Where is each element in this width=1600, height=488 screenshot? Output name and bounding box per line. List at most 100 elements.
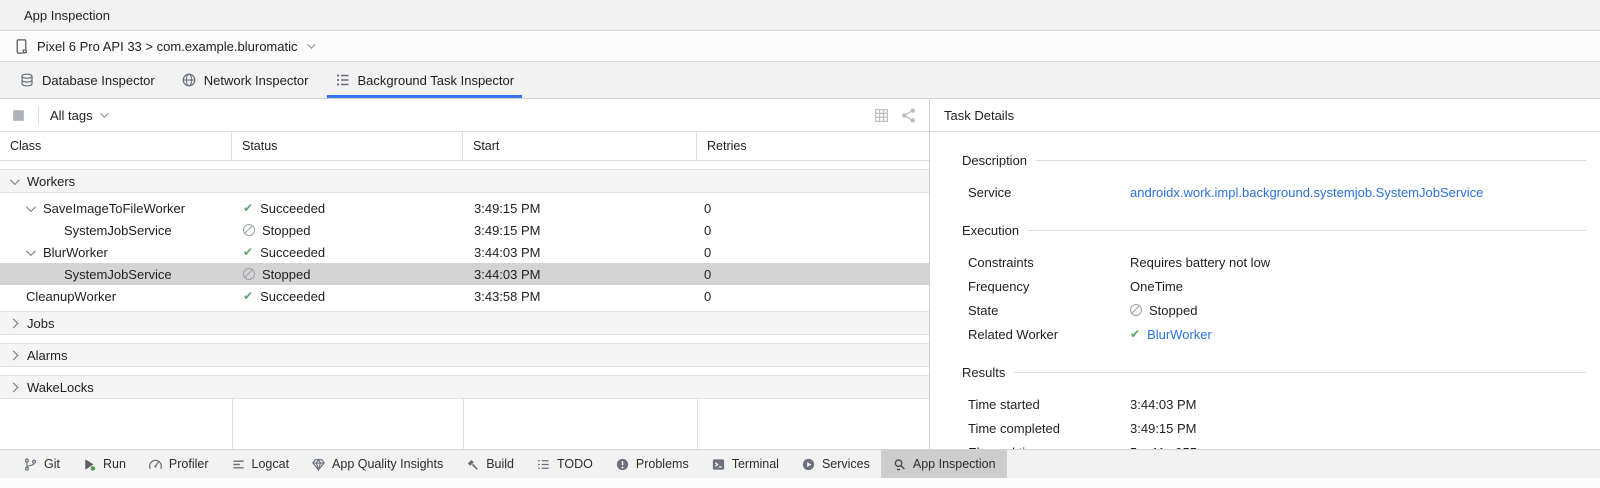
- column-header-retries[interactable]: Retries: [697, 132, 929, 160]
- section-divider: [1028, 230, 1586, 231]
- group-chevron-icon[interactable]: [9, 382, 19, 392]
- column-header-status[interactable]: Status: [232, 132, 463, 160]
- inspector-tab[interactable]: Database Inspector: [6, 62, 168, 98]
- details-row: Service androidx.work.impl.background.sy…: [962, 180, 1586, 204]
- tool-window-button[interactable]: Problems: [604, 450, 700, 478]
- tool-window-label: Services: [822, 457, 870, 471]
- details-rows: Constraints Requires battery not low Fre…: [962, 250, 1586, 346]
- task-details-pane: Task Details Description Service android…: [930, 99, 1600, 449]
- chevron-down-icon[interactable]: [26, 246, 36, 256]
- status-cell: Stopped: [232, 223, 463, 238]
- group-chevron-icon[interactable]: [9, 350, 19, 360]
- worker-class-name: SystemJobService: [64, 267, 172, 282]
- details-section-header: Results: [962, 364, 1586, 380]
- table-row[interactable]: SaveImageToFileWorker ✔ Succeeded 3:49:1…: [0, 197, 929, 219]
- group-chevron-icon[interactable]: [10, 175, 20, 185]
- details-row: Elapsed time 5m 11s 955ms: [962, 440, 1586, 449]
- stop-inspector-icon[interactable]: [10, 107, 27, 124]
- tool-window-label: Terminal: [732, 457, 779, 471]
- details-section-title: Results: [962, 365, 1005, 380]
- class-cell: SystemJobService: [0, 267, 232, 282]
- details-rows: Service androidx.work.impl.background.sy…: [962, 180, 1586, 204]
- table-row[interactable]: SystemJobService Stopped 3:44:03 PM 0: [0, 263, 929, 285]
- inspector-tab[interactable]: Background Task Inspector: [322, 62, 528, 98]
- details-value[interactable]: androidx.work.impl.background.systemjob.…: [1130, 185, 1483, 200]
- start-cell: 3:49:15 PM: [463, 223, 697, 238]
- details-value[interactable]: BlurWorker: [1147, 327, 1212, 342]
- status-icon: ✔: [243, 202, 253, 214]
- worker-class-name: BlurWorker: [43, 245, 108, 260]
- group-label: Alarms: [27, 348, 67, 363]
- column-header-start[interactable]: Start: [463, 132, 697, 160]
- status-icon: ✔: [243, 246, 253, 258]
- group-label: Workers: [27, 174, 75, 189]
- table-row[interactable]: CleanupWorker ✔ Succeeded 3:43:58 PM 0: [0, 285, 929, 307]
- tool-window-button[interactable]: Services: [790, 450, 881, 478]
- tool-window-label: Git: [44, 457, 60, 471]
- graph-view-icon[interactable]: [900, 107, 917, 124]
- device-selector[interactable]: Pixel 6 Pro API 33 > com.example.bluroma…: [0, 31, 1600, 62]
- tool-window-button[interactable]: Profiler: [137, 450, 220, 478]
- tool-window-label: Problems: [636, 457, 689, 471]
- table-group-row[interactable]: Alarms: [0, 343, 929, 367]
- inspector-tab[interactable]: Network Inspector: [168, 62, 322, 98]
- inspector-tabs: Database Inspector Network Inspector Bac…: [0, 62, 1600, 99]
- table-toolbar: All tags: [0, 99, 929, 132]
- tool-window-icon: [801, 457, 816, 472]
- status-icon: [1130, 304, 1142, 316]
- start-cell: 3:44:03 PM: [463, 245, 697, 260]
- group-label: Jobs: [27, 316, 54, 331]
- tool-window-button[interactable]: Terminal: [700, 450, 790, 478]
- tool-window-button[interactable]: Git: [12, 450, 71, 478]
- tool-window-label: Logcat: [252, 457, 290, 471]
- chevron-down-icon[interactable]: [26, 202, 36, 212]
- table-row[interactable]: BlurWorker ✔ Succeeded 3:44:03 PM 0: [0, 241, 929, 263]
- group-chevron-icon[interactable]: [9, 318, 19, 328]
- status-text: Succeeded: [260, 245, 325, 260]
- tool-window-label: Profiler: [169, 457, 209, 471]
- details-row: Constraints Requires battery not low: [962, 250, 1586, 274]
- details-row: State Stopped: [962, 298, 1586, 322]
- details-section-title: Description: [962, 153, 1027, 168]
- retries-cell: 0: [697, 289, 929, 304]
- task-details-title: Task Details: [944, 108, 1014, 123]
- chevron-down-icon: [100, 109, 108, 117]
- tool-window-button[interactable]: App Quality Insights: [300, 450, 454, 478]
- tool-window-button[interactable]: Run: [71, 450, 137, 478]
- table-group-row[interactable]: Workers: [0, 169, 929, 193]
- details-label: Constraints: [962, 255, 1130, 270]
- worker-class-name: SaveImageToFileWorker: [43, 201, 185, 216]
- column-header-class[interactable]: Class: [0, 132, 232, 160]
- device-phone-icon: [13, 38, 30, 55]
- details-section-header: Description: [962, 152, 1586, 168]
- tool-window-icon: [231, 457, 246, 472]
- task-table-pane: All tags Class Status Start Retries Work…: [0, 99, 930, 449]
- table-view-icon[interactable]: [873, 107, 890, 124]
- tag-filter-dropdown[interactable]: All tags: [50, 108, 106, 123]
- empty-table-area: [0, 399, 929, 449]
- section-divider: [1036, 160, 1586, 161]
- status-icon: ✔: [243, 290, 253, 302]
- tool-window-button[interactable]: Build: [454, 450, 525, 478]
- group-label: WakeLocks: [27, 380, 94, 395]
- tool-window-label: Build: [486, 457, 514, 471]
- tool-window-icon: [465, 457, 480, 472]
- tool-window-icon: [615, 457, 630, 472]
- tab-label: Database Inspector: [42, 73, 155, 88]
- table-group-row[interactable]: Jobs: [0, 311, 929, 335]
- class-cell: SystemJobService: [0, 223, 232, 238]
- table-group-row[interactable]: WakeLocks: [0, 375, 929, 399]
- retries-cell: 0: [697, 245, 929, 260]
- status-text: Stopped: [262, 267, 310, 282]
- details-rows: Time started 3:44:03 PM Time completed 3…: [962, 392, 1586, 449]
- tool-window-title: App Inspection: [24, 8, 110, 23]
- retries-cell: 0: [697, 223, 929, 238]
- tab-icon: [19, 72, 35, 88]
- tool-window-button[interactable]: App Inspection: [881, 450, 1007, 478]
- tool-window-button[interactable]: Logcat: [220, 450, 301, 478]
- table-row[interactable]: SystemJobService Stopped 3:49:15 PM 0: [0, 219, 929, 241]
- tab-label: Background Task Inspector: [358, 73, 515, 88]
- retries-cell: 0: [697, 201, 929, 216]
- details-label: Elapsed time: [962, 445, 1130, 450]
- tool-window-button[interactable]: TODO: [525, 450, 604, 478]
